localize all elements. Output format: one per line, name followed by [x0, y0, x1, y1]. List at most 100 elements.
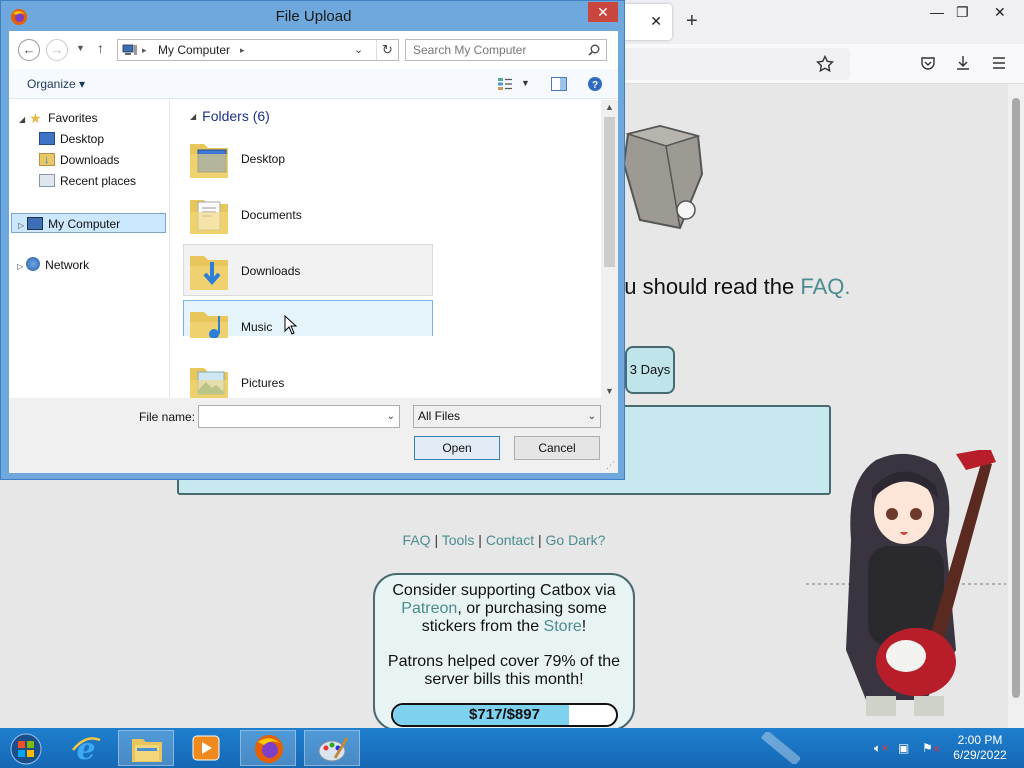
open-button[interactable]: Open — [414, 436, 500, 460]
nav-recent-places[interactable]: Recent places — [39, 171, 136, 191]
folder-list-scrollbar-thumb[interactable] — [604, 117, 615, 267]
search-input[interactable]: Search My Computer — [405, 39, 607, 61]
faq-link[interactable]: FAQ. — [800, 274, 850, 299]
folders-group-label: Folders (6) — [202, 108, 270, 124]
funding-progress-bar: $717/$897 — [391, 703, 618, 727]
nav-desktop[interactable]: Desktop — [39, 129, 104, 149]
downloads-folder-icon — [190, 256, 228, 290]
scroll-up-arrow-icon[interactable]: ▲ — [605, 102, 614, 112]
folders-group-header[interactable]: ◢ Folders (6) — [190, 108, 270, 124]
nav-my-computer[interactable]: ▷ My Computer — [11, 213, 166, 233]
documents-folder-icon — [190, 200, 228, 234]
organize-menu[interactable]: Organize ▾ — [27, 77, 85, 91]
folder-name: Music — [241, 320, 273, 334]
taskbar-firefox[interactable] — [240, 730, 296, 766]
file-upload-dialog: File Upload ✕ ← → ▼ ↑ ▸ My Computer ▸ ⌄ … — [0, 0, 625, 480]
file-type-value: All Files — [418, 409, 461, 423]
address-dropdown-icon[interactable]: ⌄ — [354, 40, 363, 60]
pocket-icon[interactable] — [919, 55, 937, 73]
collapse-arrow-icon[interactable]: ◢ — [190, 112, 196, 121]
patreon-link[interactable]: Patreon — [401, 600, 457, 617]
folder-list-scrollbar[interactable]: ▲ ▼ — [601, 100, 618, 398]
close-window-button[interactable]: ✕ — [994, 4, 1006, 21]
internet-explorer-icon: e — [72, 732, 101, 764]
help-icon[interactable]: ? — [587, 76, 603, 92]
footer-link-go-dark[interactable]: Go Dark? — [546, 532, 606, 548]
network-status-icon[interactable]: ▣ — [898, 741, 909, 755]
new-tab-button[interactable]: + — [686, 10, 698, 33]
taskbar-internet-explorer[interactable]: e — [58, 730, 114, 766]
nav-favorites[interactable]: ◢ ★ Favorites — [19, 108, 98, 128]
folder-item-pictures[interactable]: Pictures — [183, 356, 433, 398]
catbox-logo — [622, 124, 704, 230]
taskbar-clock[interactable]: 2:00 PM 6/29/2022 — [950, 733, 1010, 763]
nav-my-computer-label: My Computer — [48, 217, 121, 231]
svg-text:e: e — [76, 732, 95, 764]
taskbar-media-player[interactable] — [178, 730, 234, 766]
breadcrumb-separator-icon[interactable]: ▸ — [142, 40, 147, 60]
breadcrumb-separator-icon[interactable]: ▸ — [240, 40, 245, 60]
download-icon[interactable] — [954, 54, 972, 72]
mascot-illustration — [806, 450, 1006, 716]
dialog-body: ← → ▼ ↑ ▸ My Computer ▸ ⌄ ↻ Search My Co… — [9, 31, 618, 473]
taskbar-paint[interactable] — [304, 730, 360, 766]
footer-link-faq[interactable]: FAQ — [403, 532, 431, 548]
folder-item-desktop[interactable]: Desktop — [183, 132, 433, 184]
taskbar-file-explorer[interactable] — [118, 730, 174, 766]
support-line: ! — [581, 618, 587, 635]
clock-date: 6/29/2022 — [953, 748, 1007, 762]
resize-grip-icon[interactable]: ⋰ — [606, 460, 615, 471]
menu-icon[interactable] — [991, 55, 1007, 71]
dialog-title: File Upload — [275, 8, 352, 25]
start-button[interactable] — [0, 730, 52, 766]
file-name-dropdown-icon[interactable]: ⌄ — [387, 406, 395, 427]
scroll-down-arrow-icon[interactable]: ▼ — [605, 386, 614, 396]
nav-network[interactable]: ▷ Network — [17, 255, 89, 275]
back-button[interactable]: ← — [18, 39, 40, 61]
page-scrollbar-thumb[interactable] — [1012, 98, 1020, 698]
folder-item-music[interactable]: Music — [183, 300, 433, 338]
preview-pane-icon[interactable] — [551, 77, 567, 91]
nav-downloads[interactable]: ↓ Downloads — [39, 150, 119, 170]
view-dropdown-icon[interactable]: ▼ — [521, 78, 530, 88]
star-icon[interactable] — [816, 55, 834, 73]
footer-link-tools[interactable]: Tools — [442, 532, 475, 548]
action-center-icon[interactable]: ⚑✕ — [922, 741, 940, 755]
cancel-button[interactable]: Cancel — [514, 436, 600, 460]
taskbar: e 🔈︎✕ ▣ ⚑✕ 2:00 PM 6/29/2022 — [0, 728, 1024, 768]
breadcrumb-my-computer[interactable]: My Computer — [158, 40, 230, 60]
collapse-arrow-icon[interactable]: ◢ — [19, 115, 25, 124]
downloads-folder-icon: ↓ — [39, 153, 55, 166]
expiry-3-days-button[interactable]: 3 Days — [625, 346, 675, 394]
support-text: Consider supporting Catbox via Patreon, … — [375, 582, 633, 636]
expand-arrow-icon[interactable]: ▷ — [18, 221, 24, 230]
up-arrow-icon[interactable]: ↑ — [97, 40, 104, 56]
expand-arrow-icon[interactable]: ▷ — [17, 262, 23, 271]
page-scrollbar[interactable] — [1008, 84, 1024, 728]
address-bar[interactable]: ▸ My Computer ▸ ⌄ ↻ — [117, 39, 399, 61]
restore-button[interactable]: ❐ — [956, 4, 969, 21]
star-favorites-icon: ★ — [29, 110, 42, 126]
refresh-icon[interactable]: ↻ — [376, 40, 398, 60]
tab-close-button[interactable]: ✕ — [650, 13, 662, 30]
footer-link-contact[interactable]: Contact — [486, 532, 534, 548]
search-placeholder: Search My Computer — [413, 43, 527, 57]
dialog-title-bar[interactable]: File Upload ✕ — [1, 1, 626, 31]
change-view-icon[interactable] — [497, 77, 513, 91]
forward-button[interactable]: → — [46, 39, 68, 61]
minimize-button[interactable]: — — [930, 4, 944, 20]
folder-item-documents[interactable]: Documents — [183, 188, 433, 240]
dialog-close-button[interactable]: ✕ — [588, 2, 618, 22]
folder-name: Pictures — [241, 376, 285, 390]
store-link[interactable]: Store — [544, 618, 582, 635]
faq-notice: ou should read the FAQ. — [612, 274, 851, 300]
volume-muted-icon[interactable]: 🔈︎✕ — [874, 741, 889, 756]
file-name-input[interactable]: ⌄ — [198, 405, 400, 428]
footer-separator: | — [430, 532, 442, 548]
folder-item-downloads[interactable]: Downloads — [183, 244, 433, 296]
support-line: stickers from the — [421, 618, 544, 635]
file-type-select[interactable]: All Files ⌄ — [413, 405, 601, 428]
file-type-dropdown-icon[interactable]: ⌄ — [588, 406, 596, 427]
recent-locations-dropdown-icon[interactable]: ▼ — [76, 43, 85, 53]
support-box: Consider supporting Catbox via Patreon, … — [373, 573, 635, 731]
